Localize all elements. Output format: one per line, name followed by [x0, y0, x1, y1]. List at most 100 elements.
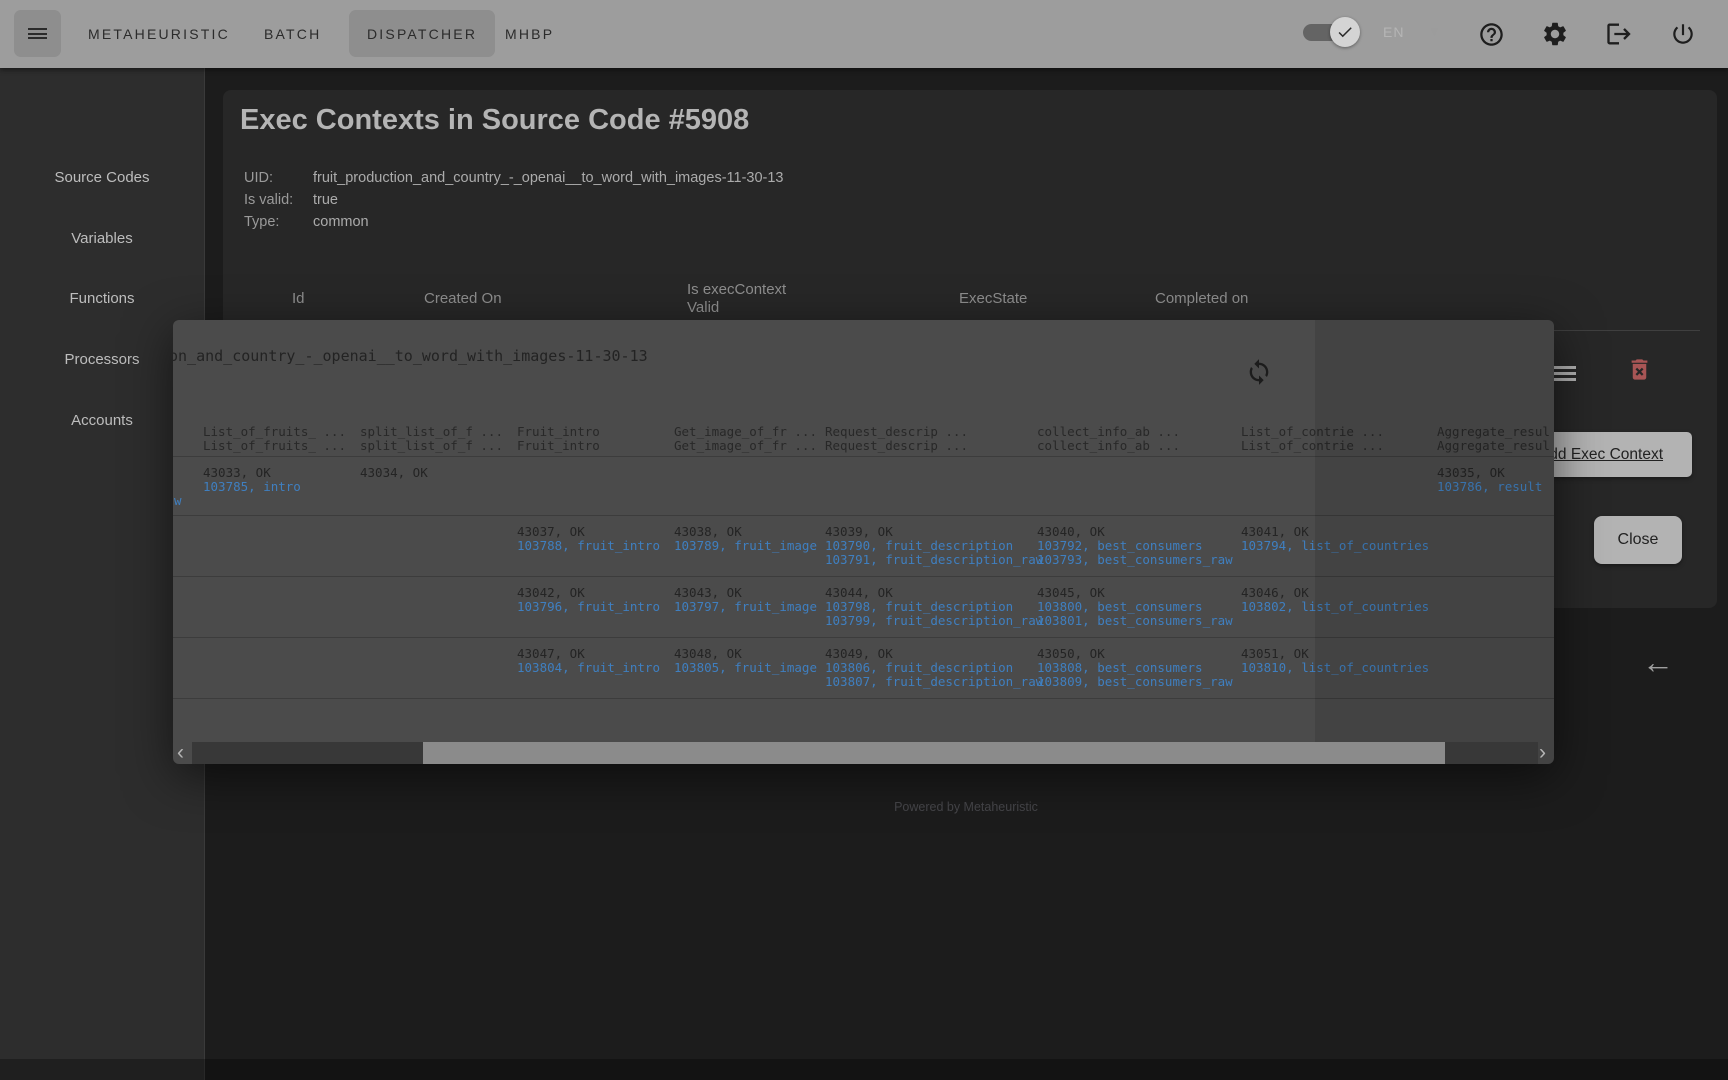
dialog-column-header: List_of_fruits_ ... [203, 424, 346, 439]
variable-link[interactable]: 103810, list_of_countries [1241, 661, 1429, 675]
logout-button[interactable] [1604, 19, 1634, 49]
settings-button[interactable] [1540, 19, 1570, 49]
variable-link[interactable]: 103785, intro [203, 480, 301, 494]
tab-dispatcher[interactable]: DISPATCHER [349, 10, 495, 57]
task-state: 43039, OK [825, 525, 1043, 539]
theme-toggle[interactable] [1303, 17, 1360, 47]
exec-context-row: 43033, OK103785, intro 43034, OK 43035, OK… [173, 460, 1554, 515]
task-state: 43049, OK [825, 647, 1043, 661]
variable-link[interactable]: 103807, fruit_description_raw [825, 675, 1043, 689]
dialog-column-header: Aggregate_resul ... [1437, 438, 1554, 453]
row-separator [173, 576, 1554, 577]
variable-link[interactable]: 103805, fruit_image [674, 661, 817, 675]
chevron-down-icon[interactable]: ▼ [1428, 24, 1441, 39]
exec-context-row: 43042, OK103796, fruit_intro43043, OK103… [173, 580, 1554, 635]
row-separator [173, 515, 1554, 516]
exec-context-row: 43037, OK103788, fruit_intro43038, OK103… [173, 519, 1554, 574]
exec-context-row: 43047, OK103804, fruit_intro 43048, OK103… [173, 641, 1554, 696]
variable-link[interactable]: 103791, fruit_description_raw [825, 553, 1043, 567]
task-state: 43033, OK [203, 466, 301, 480]
variable-link[interactable]: 103794, list_of_countries [1241, 539, 1429, 553]
variable-link[interactable]: 103792, best_consumers [1037, 539, 1233, 553]
scroll-right-icon[interactable]: › [1539, 741, 1546, 764]
uid-label: UID: [244, 170, 273, 186]
variable-link[interactable]: 103788, fruit_intro [517, 539, 660, 553]
variable-link[interactable]: 103799, fruit_description_raw [825, 614, 1043, 628]
variable-link[interactable]: 103802, list_of_countries [1241, 600, 1429, 614]
task-state: 43037, OK [517, 525, 660, 539]
exec-context-cell: 43034, OK [360, 466, 428, 480]
variable-link[interactable]: 103798, fruit_description [825, 600, 1043, 614]
tab-metaheuristic[interactable]: METAHEURISTIC [88, 0, 230, 68]
exec-contexts-dialog: on_and_country_-_openai__to_word_with_im… [173, 320, 1554, 764]
exec-context-cell: 43046, OK103802, list_of_countries [1241, 586, 1429, 614]
row-separator [173, 456, 1554, 457]
variable-link[interactable]: 103793, best_consumers_raw [1037, 553, 1233, 567]
dialog-column-header: collect_info_ab ... [1037, 424, 1180, 439]
menu-button[interactable] [14, 10, 61, 57]
task-state: 43047, OK [517, 647, 660, 661]
delete-button[interactable] [1626, 356, 1653, 388]
exec-context-cell: 43045, OK103800, best_consumers103801, b… [1037, 586, 1233, 628]
sidebar-item-source-codes[interactable]: Source Codes [0, 165, 204, 191]
exec-context-cell: 43048, OK103805, fruit_image [674, 647, 817, 675]
dialog-column-header: Aggregate_resul ... [1437, 424, 1554, 439]
variable-link[interactable]: 103797, fruit_image [674, 600, 817, 614]
back-arrow-icon[interactable]: ← [1642, 644, 1674, 681]
scroll-left-icon[interactable]: ‹ [177, 741, 184, 764]
dialog-column-header: Get_image_of_fr ... [674, 438, 817, 453]
row-separator [173, 698, 1554, 699]
variable-link[interactable]: 103796, fruit_intro [517, 600, 660, 614]
dialog-column-header: collect_info_ab ... [1037, 438, 1180, 453]
variable-link[interactable]: 103789, fruit_image [674, 539, 817, 553]
task-state: 43038, OK [674, 525, 817, 539]
column-header-completed-on: Completed on [1155, 290, 1248, 307]
exec-context-cell: 43037, OK103788, fruit_intro [517, 525, 660, 553]
exec-context-cell: 43049, OK103806, fruit_description103807… [825, 647, 1043, 689]
variable-link[interactable]: 103806, fruit_description [825, 661, 1043, 675]
scrollbar-thumb[interactable] [423, 742, 1445, 764]
power-icon [1670, 21, 1696, 47]
variable-link[interactable]: 103809, best_consumers_raw [1037, 675, 1233, 689]
hamburger-icon [28, 26, 47, 42]
sync-icon [1245, 358, 1273, 386]
sidebar-item-functions[interactable]: Functions [0, 286, 204, 312]
exec-context-cell: 43038, OK103789, fruit_image [674, 525, 817, 553]
toggle-knob[interactable] [1330, 17, 1360, 47]
variable-link[interactable]: 103790, fruit_description [825, 539, 1043, 553]
dialog-column-header: Get_image_of_fr ... [674, 424, 817, 439]
exec-context-cell: 43042, OK103796, fruit_intro [517, 586, 660, 614]
gear-icon [1541, 20, 1569, 48]
task-state: 43050, OK [1037, 647, 1233, 661]
tab-batch[interactable]: BATCH [264, 0, 321, 68]
is-valid-value: true [313, 192, 338, 208]
trash-icon [1626, 356, 1653, 383]
list-view-button[interactable] [1553, 363, 1576, 384]
page-title: Exec Contexts in Source Code #5908 [240, 104, 749, 137]
close-button[interactable]: Close [1594, 516, 1682, 564]
check-icon [1336, 23, 1354, 41]
type-label: Type: [244, 214, 279, 230]
column-header-created-on: Created On [424, 290, 502, 307]
task-state: 43035, OK [1437, 466, 1542, 480]
help-button[interactable] [1476, 19, 1506, 49]
task-state: 43045, OK [1037, 586, 1233, 600]
tab-mhbp[interactable]: MHBP [505, 0, 554, 68]
variable-link[interactable]: 103800, best_consumers [1037, 600, 1233, 614]
row-separator [173, 637, 1554, 638]
refresh-button[interactable] [1245, 358, 1275, 388]
dialog-column-header: split_list_of_f ... [360, 424, 503, 439]
language-select[interactable]: EN [1383, 24, 1404, 40]
variable-link[interactable]: 103804, fruit_intro [517, 661, 660, 675]
dialog-column-header: split_list_of_f ... [360, 438, 503, 453]
uid-value: fruit_production_and_country_-_openai__t… [313, 170, 784, 186]
variable-link[interactable]: 103808, best_consumers [1037, 661, 1233, 675]
variable-link[interactable]: 103786, result [1437, 480, 1542, 494]
bottom-bar [0, 1059, 1728, 1080]
power-button[interactable] [1668, 19, 1698, 49]
variable-link[interactable]: 103801, best_consumers_raw [1037, 614, 1233, 628]
task-state: 43044, OK [825, 586, 1043, 600]
dialog-column-header: List_of_contrie ... [1241, 438, 1384, 453]
sidebar-item-variables[interactable]: Variables [0, 226, 204, 252]
column-header-is-valid: Is execContext Valid [687, 281, 809, 317]
